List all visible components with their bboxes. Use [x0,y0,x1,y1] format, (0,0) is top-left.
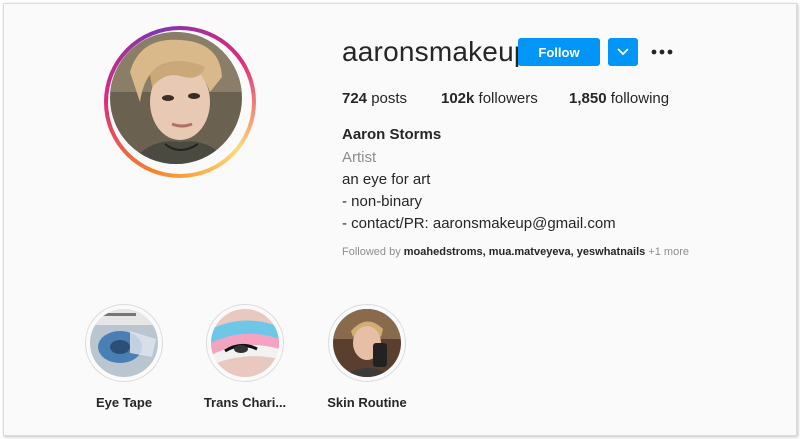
follow-button[interactable]: Follow [518,38,600,66]
profile-category: Artist [342,149,377,166]
followed-by-more: +1 more [645,246,689,258]
highlight-cover-ring [85,304,163,382]
story-highlight-eye-tape[interactable]: Eye Tape [64,304,184,410]
bio-line-contact: - contact/PR: aaronsmakeup@gmail.com [342,215,616,232]
chevron-down-icon [617,48,629,56]
highlight-cover [90,309,158,377]
bio-line: an eye for art [342,171,431,188]
more-options-button[interactable] [650,41,674,63]
followed-by-link[interactable]: Followed by moahedstroms, mua.matveyeva,… [342,246,689,258]
skin-routine-cover-image [333,309,401,377]
story-highlight-trans-charity[interactable]: Trans Chari... [185,304,305,410]
more-options-icon [651,49,673,55]
posts-count-label: posts [371,90,408,107]
highlight-label: Skin Routine [327,395,407,410]
highlight-label: Eye Tape [95,395,153,410]
following-link[interactable]: 1,850 following [569,90,669,107]
highlight-cover-ring [206,304,284,382]
trans-charity-cover-image [211,309,279,377]
bio-line: - non-binary [342,193,423,210]
eye-tape-cover-image [90,309,158,377]
followed-by-names: moahedstroms, mua.matveyeva, yeswhatnail… [403,246,646,258]
highlight-cover [211,309,279,377]
avatar-photo [110,32,242,164]
followers-link[interactable]: 102k followers [441,90,538,107]
highlight-label: Trans Chari... [203,395,287,410]
profile-full-name: Aaron Storms [342,126,442,143]
profile-page: aaronsmakeup Follow 724 posts 102k follo… [3,3,797,436]
posts-count: 724 posts [342,90,407,107]
following-count-label: following [610,90,670,107]
followers-count-label: followers [478,90,538,107]
profile-username: aaronsmakeup [342,36,530,67]
highlight-cover-ring [328,304,406,382]
highlight-cover [333,309,401,377]
followed-by-prefix: Followed by [342,246,404,258]
avatar[interactable] [110,32,242,164]
story-highlight-skin-routine[interactable]: Skin Routine [307,304,427,410]
profile-avatar-story-ring[interactable] [104,26,256,178]
suggested-accounts-dropdown-button[interactable] [608,38,638,66]
posts-count-value: 724 [342,90,368,107]
following-count-value: 1,850 [569,90,607,107]
followers-count-value: 102k [441,90,475,107]
